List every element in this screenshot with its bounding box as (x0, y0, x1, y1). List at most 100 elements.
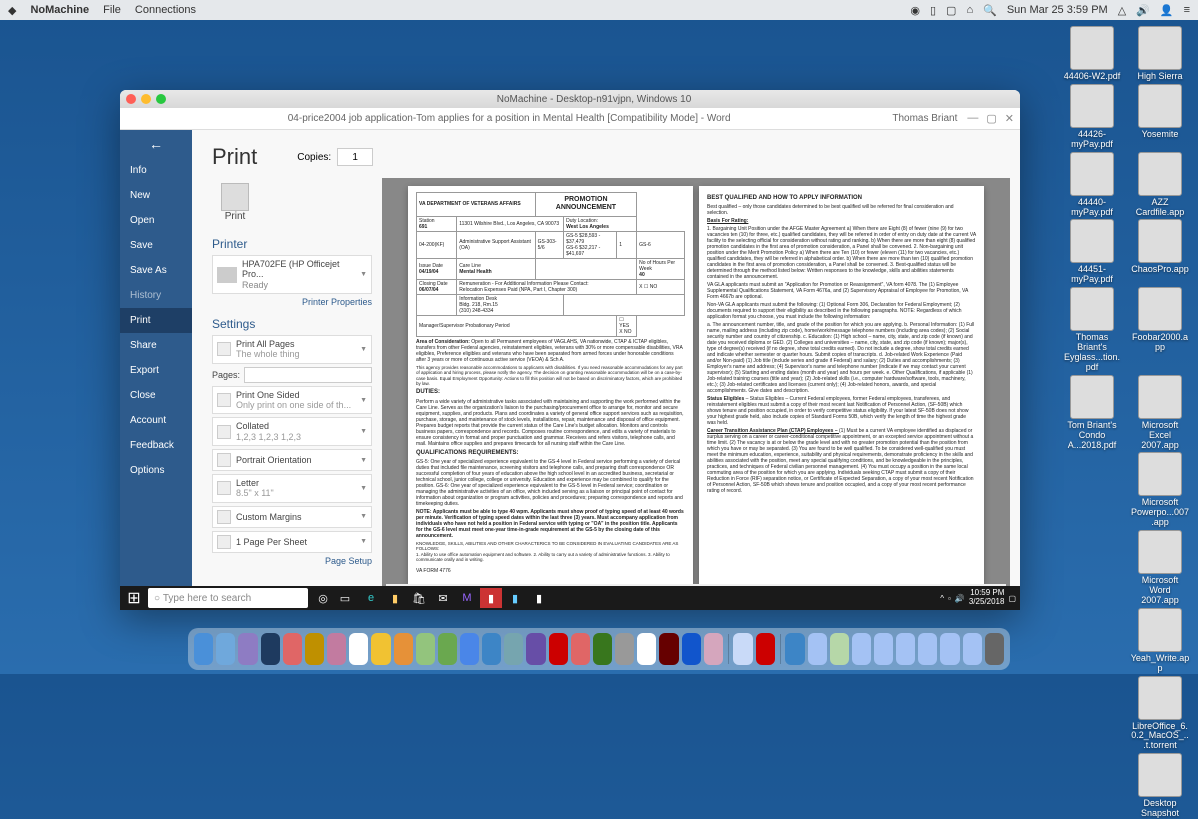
dock-app-icon[interactable] (808, 633, 827, 665)
spotlight-icon[interactable]: 🔍 (983, 4, 997, 17)
desktop-file[interactable]: High Sierra (1130, 26, 1190, 82)
start-button[interactable]: ⊞ (124, 588, 144, 608)
dock-app-icon[interactable] (704, 633, 723, 665)
sidebar-item-close[interactable]: Close (120, 383, 192, 408)
volume-icon[interactable]: 🔊 (955, 594, 965, 603)
dock-app-icon[interactable] (733, 633, 752, 665)
sidebar-item-options[interactable]: Options (120, 458, 192, 483)
desktop-file[interactable]: Foobar2000.app (1130, 287, 1190, 373)
close-traffic-icon[interactable] (126, 94, 136, 104)
taskbar-clock[interactable]: 10:59 PM 3/25/2018 (969, 589, 1005, 607)
menu-file[interactable]: File (103, 4, 121, 17)
sidebar-item-save[interactable]: Save (120, 233, 192, 258)
dock-app-icon[interactable] (460, 633, 479, 665)
dock-app-icon[interactable] (593, 633, 612, 665)
desktop-file[interactable]: 44426-myPay.pdf (1062, 84, 1122, 150)
desktop-file[interactable]: 44406-W2.pdf (1062, 26, 1122, 82)
setting--page-per-sheet[interactable]: 1 Page Per Sheet▼ (212, 531, 372, 553)
nm-titlebar[interactable]: NoMachine - Desktop-n91vjpn, Windows 10 (120, 90, 1020, 108)
status-icon[interactable]: ▢ (946, 4, 956, 17)
search-box[interactable]: ○ Type here to search (148, 588, 308, 608)
sidebar-item-new[interactable]: New (120, 183, 192, 208)
desktop-file[interactable]: Microsoft Powerpo...007.app (1130, 452, 1190, 528)
dock-app-icon[interactable] (785, 633, 804, 665)
sidebar-item-export[interactable]: Export (120, 358, 192, 383)
app-icon[interactable]: M (456, 588, 478, 608)
dock-app-icon[interactable] (194, 633, 213, 665)
network-icon[interactable]: ▫ (948, 594, 951, 603)
dock-app-icon[interactable] (571, 633, 590, 665)
taskview-icon[interactable]: ▭ (334, 588, 356, 608)
close-icon[interactable]: ✕ (1005, 112, 1014, 125)
desktop-file[interactable]: 44451-myPay.pdf (1062, 219, 1122, 285)
desktop-file[interactable]: AZZ Cardfile.app (1130, 152, 1190, 218)
status-icon[interactable]: ◉ (910, 4, 920, 17)
tray-icon[interactable]: ^ (940, 594, 944, 603)
dock-app-icon[interactable] (637, 633, 656, 665)
dock-app-icon[interactable] (438, 633, 457, 665)
print-button[interactable]: Print (212, 178, 258, 227)
sidebar-item-save-as[interactable]: Save As (120, 258, 192, 283)
setting-custom-margins[interactable]: Custom Margins▼ (212, 506, 372, 528)
store-icon[interactable]: 🛍 (408, 588, 430, 608)
menubar-clock[interactable]: Sun Mar 25 3:59 PM (1007, 4, 1108, 16)
dock-app-icon[interactable] (394, 633, 413, 665)
minimize-icon[interactable]: — (967, 112, 978, 125)
status-icon[interactable]: ▯ (930, 4, 936, 17)
back-button[interactable]: ← (120, 130, 192, 158)
desktop-file[interactable]: LibreOffice_6.0.2_MacOS_...t.torrent (1130, 676, 1190, 752)
sidebar-item-feedback[interactable]: Feedback (120, 433, 192, 458)
desktop-file[interactable]: ChaosPro.app (1130, 219, 1190, 285)
app-icon[interactable]: ▮ (528, 588, 550, 608)
menu-connections[interactable]: Connections (135, 4, 196, 17)
dock-app-icon[interactable] (305, 633, 324, 665)
user-icon[interactable]: 👤 (1160, 4, 1174, 17)
dock-app-icon[interactable] (238, 633, 257, 665)
desktop-file[interactable]: 44440-myPay.pdf (1062, 152, 1122, 218)
dock-app-icon[interactable] (216, 633, 235, 665)
dock-app-icon[interactable] (985, 633, 1004, 665)
dock-app-icon[interactable] (682, 633, 701, 665)
status-icon[interactable]: △ (1118, 4, 1126, 17)
volume-icon[interactable]: 🔊 (1136, 4, 1150, 17)
app-icon[interactable]: ▮ (504, 588, 526, 608)
pages-input[interactable] (244, 367, 372, 383)
app-icon[interactable]: ▮ (480, 588, 502, 608)
copies-input[interactable] (337, 148, 373, 166)
dock-app-icon[interactable] (349, 633, 368, 665)
dock-app-icon[interactable] (852, 633, 871, 665)
sidebar-item-account[interactable]: Account (120, 408, 192, 433)
dock-app-icon[interactable] (416, 633, 435, 665)
dock-app-icon[interactable] (896, 633, 915, 665)
setting-collated[interactable]: Collated1,2,3 1,2,3 1,2,3▼ (212, 417, 372, 446)
dock-app-icon[interactable] (482, 633, 501, 665)
cortana-icon[interactable]: ◎ (312, 588, 334, 608)
minimize-traffic-icon[interactable] (141, 94, 151, 104)
dock-app-icon[interactable] (918, 633, 937, 665)
app-name[interactable]: NoMachine (30, 4, 89, 17)
desktop-file[interactable]: Thomas Briant's Eyglass...tion.pdf (1062, 287, 1122, 373)
printer-selector[interactable]: HPA702FE (HP Officejet Pro... Ready ▼ (212, 255, 372, 294)
printer-properties-link[interactable]: Printer Properties (212, 297, 372, 307)
dock-app-icon[interactable] (526, 633, 545, 665)
dock-app-icon[interactable] (549, 633, 568, 665)
page-setup-link[interactable]: Page Setup (212, 556, 372, 566)
desktop-file[interactable]: Microsoft Excel 2007.app (1130, 375, 1190, 451)
maximize-icon[interactable]: ▢ (986, 112, 996, 125)
dock-app-icon[interactable] (327, 633, 346, 665)
desktop-file[interactable]: Desktop Snapshot (1130, 753, 1190, 819)
dock-app-icon[interactable] (756, 633, 775, 665)
desktop-file[interactable]: Tom Briant's Condo A...2018.pdf (1062, 375, 1122, 451)
notifications-icon[interactable]: ▢ (1008, 594, 1016, 603)
zoom-traffic-icon[interactable] (156, 94, 166, 104)
setting-print-all-pages[interactable]: Print All PagesThe whole thing▼ (212, 335, 372, 364)
dock-app-icon[interactable] (504, 633, 523, 665)
dock-app-icon[interactable] (615, 633, 634, 665)
desktop-file[interactable]: Yosemite (1130, 84, 1190, 150)
sidebar-item-open[interactable]: Open (120, 208, 192, 233)
word-titlebar[interactable]: 04-price2004 job application-Tom applies… (120, 108, 1020, 130)
explorer-icon[interactable]: ▮ (384, 588, 406, 608)
desktop-file[interactable]: Yeah_Write.app (1130, 608, 1190, 674)
dock-app-icon[interactable] (940, 633, 959, 665)
dock-app-icon[interactable] (261, 633, 280, 665)
